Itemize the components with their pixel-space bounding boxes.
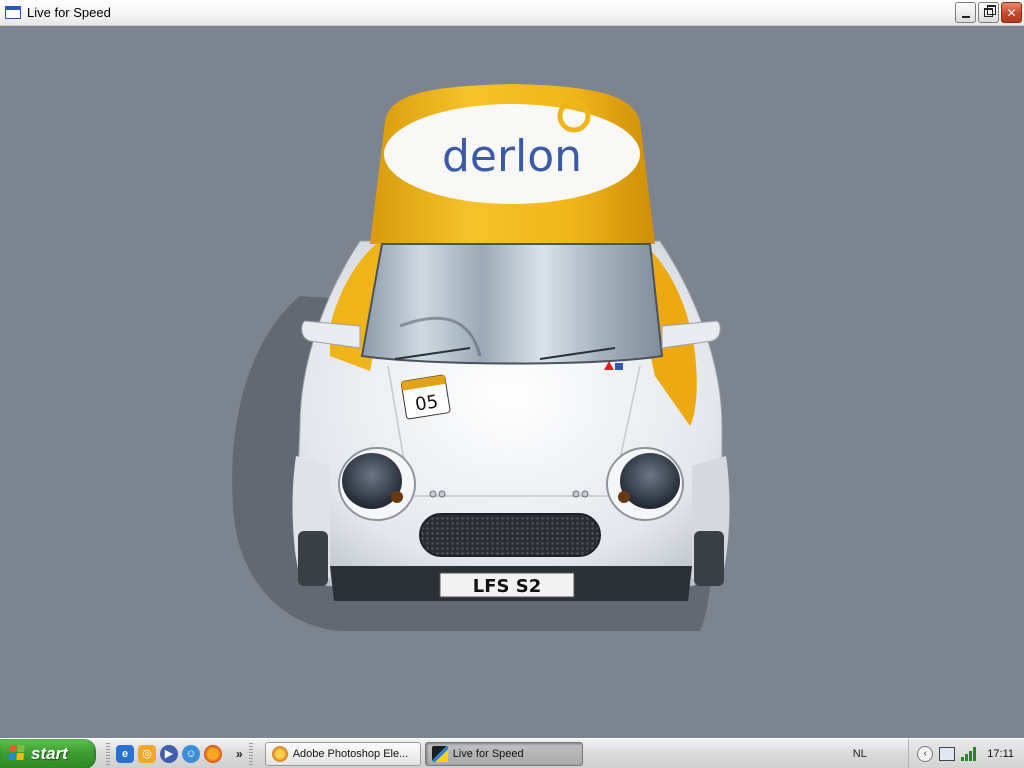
taskbar: start e ◎ ▶ ☺ » Adobe Photoshop Ele... L… [0, 738, 1024, 768]
signal-strength-icon[interactable] [961, 746, 977, 761]
window-titlebar[interactable]: Live for Speed ✕ [0, 0, 1024, 26]
network-icon[interactable] [939, 746, 956, 761]
task-button-live-for-speed[interactable]: Live for Speed [424, 741, 583, 766]
restore-button[interactable] [978, 2, 999, 23]
messenger-icon[interactable]: ☺ [182, 744, 200, 763]
windows-logo-icon [8, 745, 27, 762]
ie-icon[interactable]: e [116, 744, 134, 763]
race-number: 05 [414, 391, 440, 415]
task-label: Adobe Photoshop Ele... [292, 747, 409, 760]
system-tray: ‹ 17:11 [908, 738, 1024, 768]
window-controls: ✕ [955, 2, 1022, 23]
start-label: start [31, 743, 68, 763]
taskbar-grip[interactable] [248, 742, 253, 765]
minimize-icon [961, 15, 970, 18]
license-plate: LFS S2 [473, 576, 541, 597]
restore-icon [984, 5, 996, 17]
close-icon: ✕ [1006, 5, 1017, 20]
firefox-icon[interactable] [204, 744, 222, 763]
show-hidden-icons-chevron-icon[interactable]: ‹ [917, 745, 934, 762]
quick-launch-chevron[interactable]: » [236, 747, 243, 761]
outlook-icon[interactable]: ◎ [138, 744, 156, 763]
quick-launch-bar: e ◎ ▶ ☺ [116, 744, 222, 763]
application-icon[interactable] [5, 6, 21, 19]
media-player-icon[interactable]: ▶ [160, 744, 178, 763]
task-label: Live for Speed [452, 747, 524, 760]
car-render: derlon 05 LFS S2 [232, 84, 730, 631]
start-button[interactable]: start [0, 738, 96, 768]
close-button[interactable]: ✕ [1001, 2, 1022, 23]
photoshop-icon [271, 745, 288, 762]
lfs-icon [431, 745, 448, 762]
toolbar-grip[interactable] [106, 742, 110, 765]
hood-logo-text: derlon [442, 131, 582, 182]
window-title: Live for Speed [27, 5, 111, 20]
game-viewport[interactable]: derlon 05 LFS S2 [0, 26, 1024, 738]
task-button-photoshop[interactable]: Adobe Photoshop Ele... [264, 741, 421, 766]
clock[interactable]: 17:11 [987, 748, 1014, 760]
language-indicator[interactable]: NL [853, 748, 867, 760]
minimize-button[interactable] [955, 2, 976, 23]
